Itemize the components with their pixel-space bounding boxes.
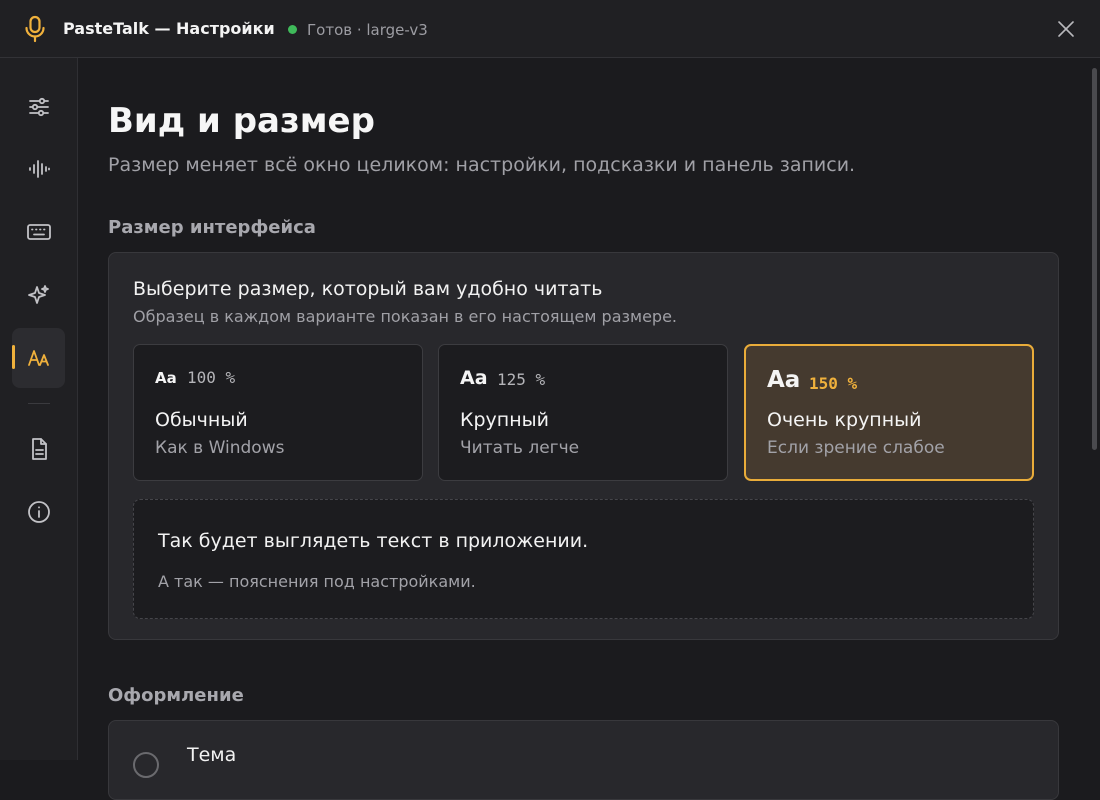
sidebar-item-appearance[interactable] (12, 328, 65, 388)
page-title: Вид и размер (108, 101, 375, 141)
sidebar-item-about[interactable] (12, 482, 65, 542)
size-card-title: Выберите размер, который вам удобно чита… (133, 278, 603, 300)
size-option-normal[interactable]: Aa 100 % Обычный Как в Windows (133, 344, 423, 481)
size-option-extra-large[interactable]: Aa 150 % Очень крупный Если зрение слабо… (744, 344, 1034, 481)
size-sample: Aa (460, 367, 488, 389)
size-sample: Aa (155, 369, 177, 387)
size-option-name: Крупный (460, 409, 549, 431)
size-option-hint: Как в Windows (155, 438, 285, 458)
size-option-hint: Если зрение слабое (767, 438, 945, 458)
close-icon (1058, 21, 1074, 37)
section-title-size: Размер интерфейса (108, 217, 316, 238)
active-indicator (12, 345, 15, 369)
title-bar: PasteTalk — Настройки Готов · large-v3 (0, 0, 1100, 58)
close-button[interactable] (1052, 15, 1080, 43)
section-title-appearance: Оформление (108, 685, 244, 706)
size-percent: 150 % (809, 374, 858, 393)
size-option-name: Обычный (155, 409, 248, 431)
preview-main-text: Так будет выглядеть текст в приложении. (158, 530, 589, 552)
scrollbar-thumb[interactable] (1092, 68, 1097, 450)
sidebar-item-ai[interactable] (12, 265, 65, 325)
waveform-icon (28, 160, 50, 178)
size-card-description: Образец в каждом варианте показан в его … (133, 307, 678, 326)
status-text: Готов · large-v3 (307, 21, 428, 39)
sidebar-item-log[interactable] (12, 419, 65, 479)
sidebar-item-general[interactable] (12, 77, 65, 137)
theme-label: Тема (187, 744, 237, 766)
size-option-name: Очень крупный (767, 409, 922, 431)
theme-icon (133, 752, 159, 778)
size-percent: 100 % (187, 368, 236, 387)
sidebar-item-hotkeys[interactable] (12, 202, 65, 262)
sparkle-icon (27, 285, 49, 304)
status-indicator (288, 25, 297, 34)
window-title: PasteTalk — Настройки (63, 19, 275, 38)
size-option-hint: Читать легче (460, 438, 580, 458)
text-preview: Так будет выглядеть текст в приложении. … (133, 499, 1034, 619)
info-icon (27, 501, 50, 523)
preview-hint-text: А так — пояснения под настройками. (158, 572, 476, 591)
appearance-card (108, 720, 1059, 800)
size-sample: Aa (767, 367, 801, 393)
sidebar-divider (28, 403, 50, 404)
size-option-large[interactable]: Aa 125 % Крупный Читать легче (438, 344, 728, 481)
sidebar-item-audio[interactable] (12, 139, 65, 199)
size-percent: 125 % (497, 370, 546, 389)
text-size-icon (27, 350, 49, 366)
microphone-icon (25, 15, 45, 43)
sliders-icon (28, 97, 49, 117)
document-icon (31, 438, 47, 460)
keyboard-icon (26, 224, 51, 240)
page-subtitle: Размер меняет всё окно целиком: настройк… (108, 154, 856, 176)
